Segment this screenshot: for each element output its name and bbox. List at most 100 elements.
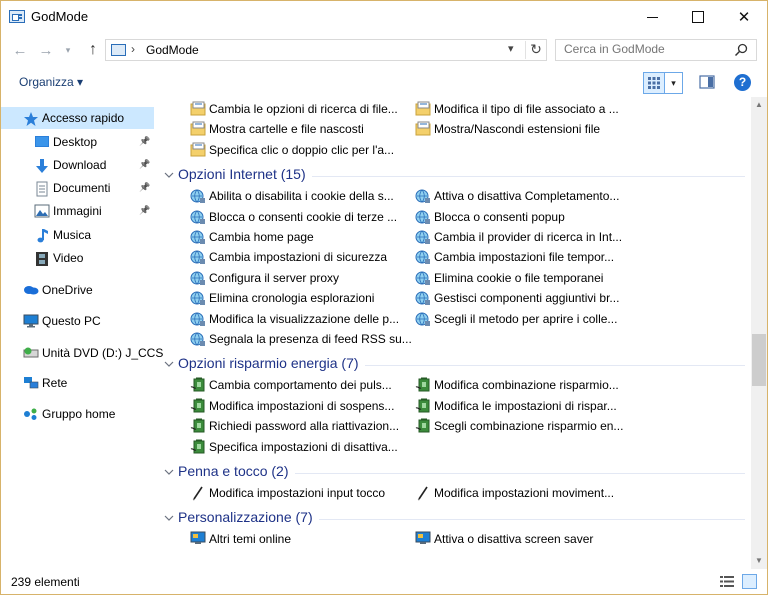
back-button[interactable]: ←: [9, 39, 31, 61]
file-list: Cambia le opzioni di ricerca di file... M…: [157, 97, 751, 569]
group-header[interactable]: Personalizzazione (7): [157, 509, 751, 529]
chevron-down-icon[interactable]: [164, 467, 174, 477]
large-icons-view-button[interactable]: [742, 574, 757, 589]
list-item[interactable]: Gestisci componenti aggiuntivi br...: [415, 289, 627, 307]
arrow-right-icon: →: [38, 41, 54, 59]
chevron-down-icon[interactable]: [164, 359, 174, 369]
forward-button[interactable]: →: [35, 39, 57, 61]
nav-item-desktop[interactable]: Desktop 📌: [1, 131, 154, 153]
folder-options-icon: [190, 101, 206, 117]
list-item[interactable]: Configura il server proxy: [190, 269, 402, 287]
list-item[interactable]: Mostra/Nascondi estensioni file: [415, 120, 627, 138]
list-item-label: Cambia home page: [209, 230, 314, 244]
list-item[interactable]: Segnala la presenza di feed RSS su...: [190, 330, 412, 348]
list-item-label: Modifica combinazione risparmio...: [434, 378, 619, 393]
list-item[interactable]: Modifica le impostazioni di rispar...: [415, 397, 627, 415]
nav-item-unit-dvd-d-j-ccs[interactable]: Unità DVD (D:) J_CCS: [1, 342, 163, 364]
navigation-pane: Accesso rapido Desktop 📌 Download 📌 Documenti…: [1, 101, 163, 569]
power-options-icon: [415, 418, 431, 434]
dvd-drive-icon: [23, 346, 39, 360]
list-item[interactable]: Cambia il provider di ricerca in Int...: [415, 228, 627, 246]
pen-icon: [415, 485, 431, 501]
arrow-up-icon: ↑: [89, 41, 97, 58]
nav-item-onedrive[interactable]: OneDrive: [1, 279, 154, 301]
homegroup-icon: [23, 407, 39, 421]
scroll-thumb[interactable]: [752, 334, 766, 386]
list-item[interactable]: Mostra cartelle e file nascosti: [190, 120, 402, 138]
nav-item-questo-pc[interactable]: Questo PC: [1, 310, 154, 332]
list-item[interactable]: Blocca o consenti popup: [415, 208, 627, 226]
control-panel-folder-icon[interactable]: [9, 10, 25, 23]
recent-locations-button[interactable]: ▾: [61, 39, 75, 61]
search-icon[interactable]: [734, 43, 748, 57]
details-view-button[interactable]: [720, 575, 734, 588]
address-row: ← → ▾ ↑ › GodMode ▾ ↻: [1, 36, 767, 64]
internet-options-icon: [415, 270, 431, 286]
vertical-scrollbar[interactable]: ▲ ▼: [751, 97, 767, 569]
chevron-down-icon[interactable]: [164, 513, 174, 523]
list-item[interactable]: Specifica clic o doppio clic per l'a...: [190, 141, 402, 159]
list-item[interactable]: Modifica la visualizzazione delle p...: [190, 310, 402, 328]
list-item[interactable]: Cambia comportamento dei puls...: [190, 376, 402, 394]
up-button[interactable]: ↑: [83, 39, 103, 61]
minimize-button[interactable]: [629, 1, 675, 32]
list-item[interactable]: Altri temi online: [190, 530, 402, 548]
list-item[interactable]: Cambia impostazioni file tempor...: [415, 248, 627, 266]
scroll-down-button[interactable]: ▼: [751, 553, 767, 569]
list-item[interactable]: Attiva o disattiva Completamento...: [415, 187, 627, 205]
nav-item-video[interactable]: Video: [1, 247, 154, 269]
list-item[interactable]: Blocca o consenti cookie di terze ...: [190, 208, 402, 226]
list-item[interactable]: Abilita o disabilita i cookie della s...: [190, 187, 402, 205]
pin-icon: 📌: [139, 159, 151, 169]
title-bar[interactable]: GodMode ✕: [1, 1, 767, 33]
close-button[interactable]: ✕: [721, 1, 767, 32]
group-header[interactable]: Penna e tocco (2): [157, 463, 751, 483]
list-item[interactable]: Specifica impostazioni di disattiva...: [190, 438, 402, 456]
breadcrumb-godmode[interactable]: GodMode: [146, 43, 199, 57]
control-panel-folder-icon: [111, 44, 126, 56]
breadcrumb-separator[interactable]: ›: [131, 42, 135, 56]
chevron-down-icon[interactable]: [164, 170, 174, 180]
help-button[interactable]: ?: [734, 74, 751, 91]
nav-item-rete[interactable]: Rete: [1, 372, 154, 394]
list-item[interactable]: Elimina cookie o file temporanei: [415, 269, 627, 287]
search-input[interactable]: [564, 42, 724, 56]
list-item[interactable]: Cambia home page: [190, 228, 402, 246]
list-item[interactable]: Modifica impostazioni di sospens...: [190, 397, 402, 415]
list-item[interactable]: Scegli combinazione risparmio en...: [415, 417, 627, 435]
list-item[interactable]: Modifica combinazione risparmio...: [415, 376, 627, 394]
group-divider: [312, 176, 745, 178]
list-item[interactable]: Modifica impostazioni moviment...: [415, 484, 627, 502]
folder-options-icon: [190, 121, 206, 137]
group-header[interactable]: Opzioni risparmio energia (7): [157, 355, 751, 375]
view-options-dropdown[interactable]: ▾: [665, 72, 683, 94]
nav-item-immagini[interactable]: Immagini 📌: [1, 200, 154, 222]
list-item-label: Configura il server proxy: [209, 270, 340, 285]
nav-item-documenti[interactable]: Documenti 📌: [1, 177, 154, 199]
address-bar[interactable]: › GodMode ▾ ↻: [105, 39, 547, 61]
nav-item-musica[interactable]: Musica: [1, 224, 154, 246]
folder-options-icon: [415, 101, 431, 117]
group-header[interactable]: Opzioni Internet (15): [157, 166, 751, 186]
address-history-dropdown[interactable]: ▾: [508, 42, 514, 55]
list-item[interactable]: Modifica impostazioni input tocco: [190, 484, 402, 502]
maximize-button[interactable]: [675, 1, 721, 32]
search-box[interactable]: [555, 39, 757, 61]
list-item[interactable]: Richiedi password alla riattivazion...: [190, 417, 402, 435]
list-item[interactable]: Cambia le opzioni di ricerca di file...: [190, 100, 402, 118]
group-title: Opzioni risparmio energia (7): [178, 355, 359, 372]
list-item[interactable]: Cambia impostazioni di sicurezza: [190, 248, 402, 266]
nav-item-label: Download: [53, 158, 107, 172]
preview-pane-button[interactable]: [699, 74, 715, 90]
refresh-button[interactable]: ↻: [525, 41, 546, 59]
nav-item-download[interactable]: Download 📌: [1, 154, 154, 176]
list-item[interactable]: Modifica il tipo di file associato a ...: [415, 100, 627, 118]
nav-item-gruppo-home[interactable]: Gruppo home: [1, 403, 154, 425]
list-item[interactable]: Attiva o disattiva screen saver: [415, 530, 627, 548]
list-item[interactable]: Scegli il metodo per aprire i colle...: [415, 310, 627, 328]
list-item[interactable]: Elimina cronologia esplorazioni: [190, 289, 402, 307]
change-view-button[interactable]: [643, 72, 665, 94]
scroll-up-button[interactable]: ▲: [751, 97, 767, 113]
organize-menu-button[interactable]: Organizza ▾: [19, 75, 83, 89]
nav-item-accesso-rapido[interactable]: Accesso rapido: [1, 107, 154, 129]
